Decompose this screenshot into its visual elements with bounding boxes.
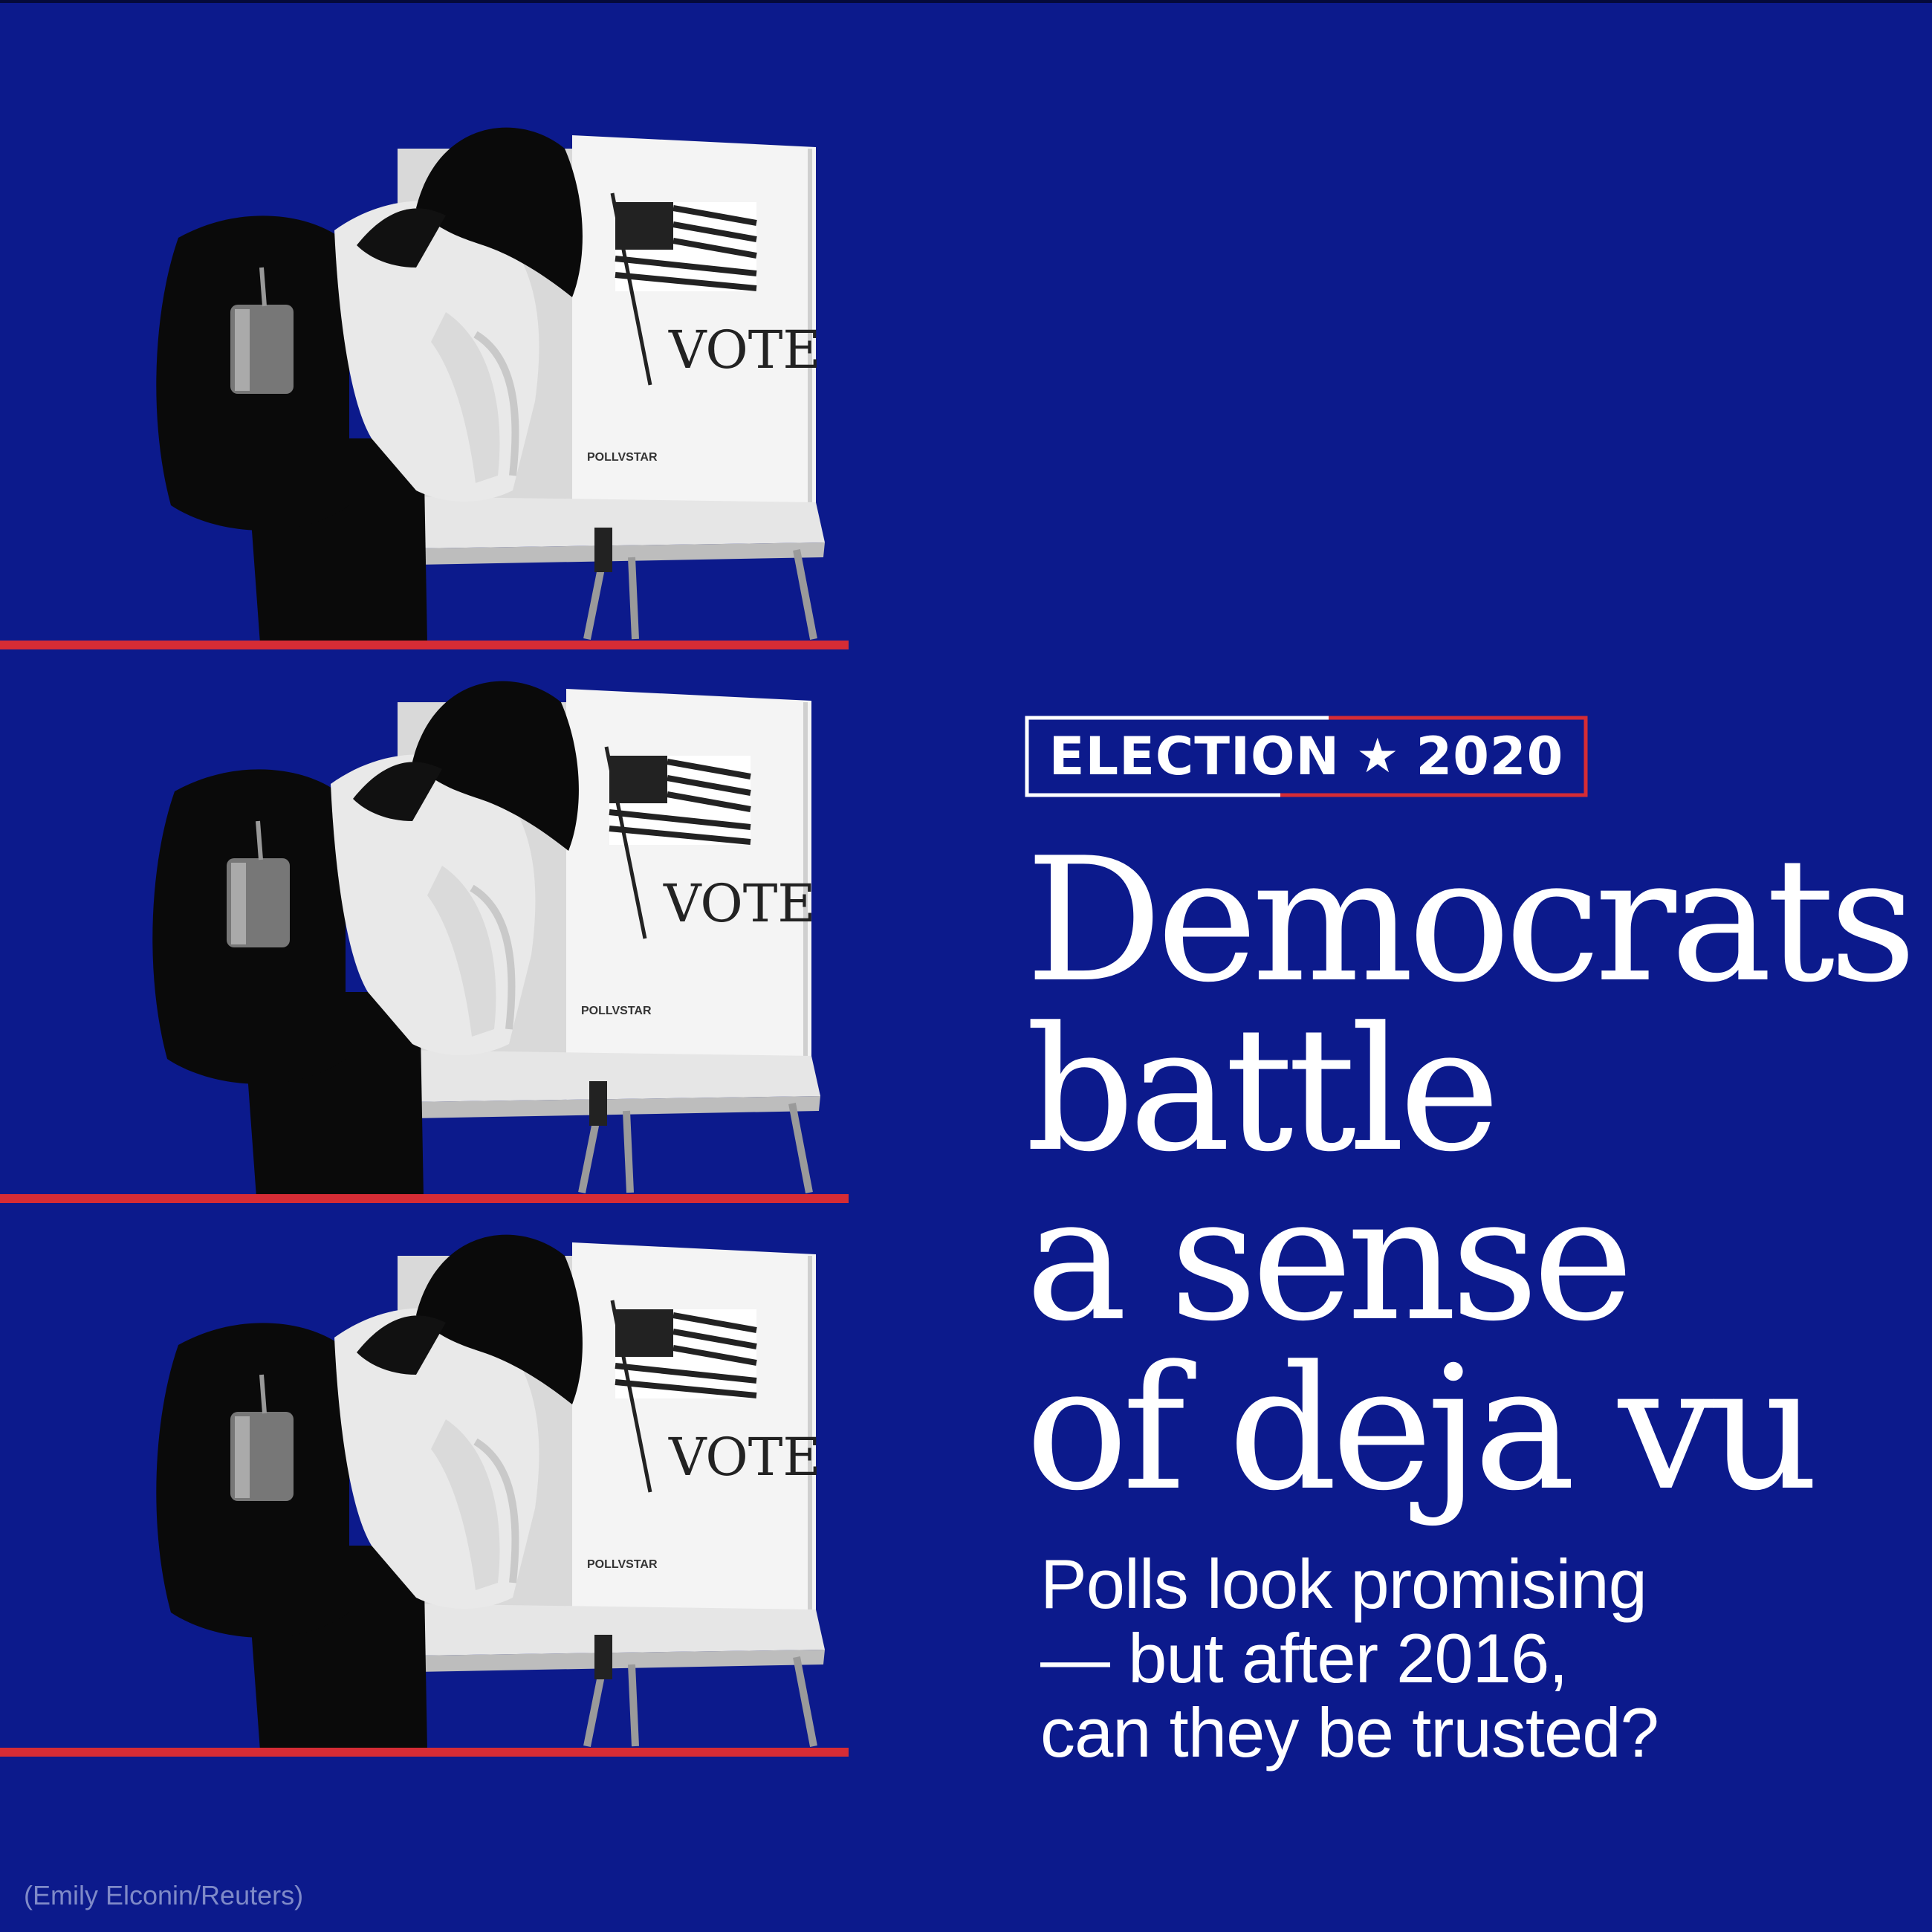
booth-logo-text: POLLVSTAR — [587, 451, 658, 464]
booth-vote-text: VOTE — [663, 873, 816, 934]
voter-at-booth-photo: VOTE POLLVSTAR — [152, 681, 820, 1197]
voter-photo-panel: VOTE POLLVSTAR — [0, 643, 849, 1197]
badge-year: 2020 — [1416, 726, 1564, 787]
booth-logo-text: POLLVSTAR — [587, 1558, 658, 1571]
voter-photo-panel: VOTE POLLVSTAR — [0, 1196, 849, 1751]
headline-line: Democrats — [1025, 822, 1916, 1020]
headline-line: battle — [1025, 991, 1500, 1190]
subheadline: Polls look promising — but after 2016, c… — [1040, 1547, 1895, 1770]
headline-line: a sense — [1025, 1161, 1634, 1359]
red-divider — [0, 1748, 849, 1757]
election-badge: ELECTION ★ 2020 — [1024, 715, 1589, 798]
booth-vote-text: VOTE — [668, 1427, 821, 1488]
subhead-line: can they be trusted? — [1040, 1693, 1659, 1771]
subhead-line: — but after 2016, — [1040, 1619, 1568, 1697]
subhead-line: Polls look promising — [1040, 1545, 1647, 1623]
top-border — [0, 0, 1932, 3]
photo-credit: (Emily Elconin/Reuters) — [24, 1880, 304, 1910]
voter-at-booth-photo: VOTE POLLVSTAR — [156, 1234, 825, 1751]
badge-word: ELECTION — [1048, 726, 1341, 787]
headline: Democrats battle a sense of deja vu — [1025, 822, 1916, 1529]
star-icon: ★ — [1356, 729, 1400, 784]
voter-at-booth-photo: VOTE POLLVSTAR — [156, 127, 825, 644]
voter-photo-panel: VOTE POLLVSTAR — [0, 89, 849, 644]
booth-vote-text: VOTE — [668, 320, 821, 380]
headline-line: of deja vu — [1025, 1330, 1819, 1529]
booth-logo-text: POLLVSTAR — [581, 1005, 652, 1017]
